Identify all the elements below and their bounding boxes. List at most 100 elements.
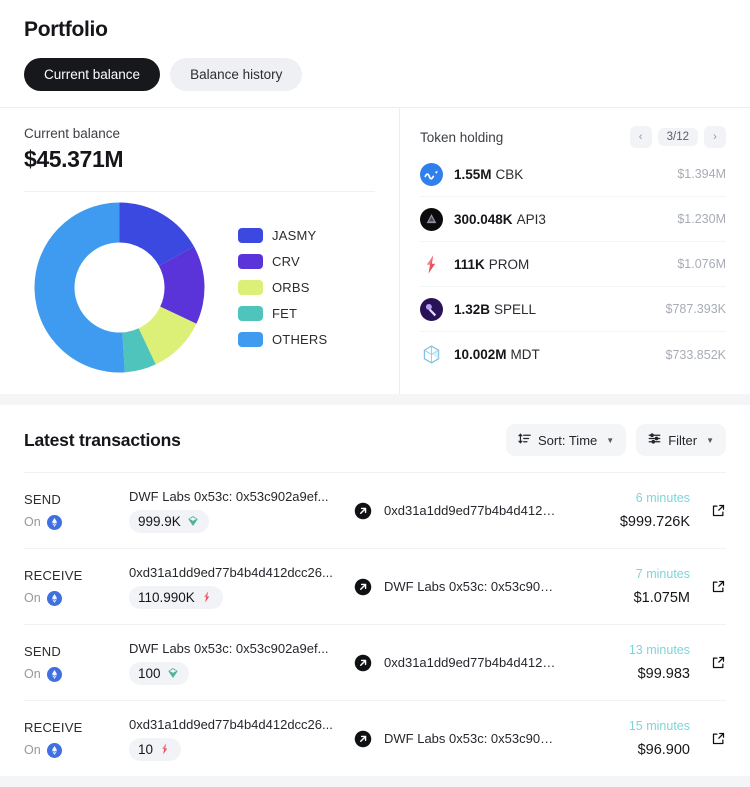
filter-button[interactable]: Filter ▼ <box>636 424 726 456</box>
transaction-controls: Sort: Time ▼ Filter ▼ <box>506 424 726 456</box>
from-address[interactable]: DWF Labs 0x53c: 0x53c902a9ef... <box>129 489 354 504</box>
on-label: On <box>24 515 41 529</box>
transactions-list: SEND On DWF Labs 0x53c: 0x53c902a9ef... 999… <box>24 472 726 776</box>
filter-label: Filter <box>668 432 698 448</box>
legend-item-orbs[interactable]: ORBS <box>238 280 327 295</box>
token-symbol: SPELL <box>494 301 537 317</box>
token-holding-row[interactable]: 1.55M CBK $1.394M <box>420 152 726 197</box>
transaction-to-cell: 0xd31a1dd9ed77b4b4d412dcc26... <box>384 655 570 670</box>
token-amount: 1.55M <box>454 166 492 182</box>
transfer-arrow-icon <box>354 578 384 596</box>
from-address[interactable]: 0xd31a1dd9ed77b4b4d412dcc26... <box>129 565 354 580</box>
token-holding-row[interactable]: 1.32B SPELL $787.393K <box>420 287 726 332</box>
current-balance-panel: Current balance $45.371M JASMY CRV ORBS FET… <box>0 108 399 394</box>
transaction-chain: On <box>24 666 129 682</box>
from-address[interactable]: 0xd31a1dd9ed77b4b4d412dcc26... <box>129 717 354 732</box>
legend-label: FET <box>272 306 298 321</box>
token-holding-row[interactable]: 111K PROM $1.076M <box>420 242 726 287</box>
to-address[interactable]: 0xd31a1dd9ed77b4b4d412dcc26... <box>384 655 560 670</box>
transaction-to-cell: DWF Labs 0x53c: 0x53c902a9ef... <box>384 731 570 746</box>
prom-icon <box>204 591 210 603</box>
chevron-left-icon[interactable]: ‹ <box>629 126 652 148</box>
external-link-icon[interactable] <box>690 579 726 594</box>
allocation-chart-row: JASMY CRV ORBS FET OTHERS <box>24 192 375 375</box>
transaction-type-cell: SEND On <box>24 492 129 530</box>
token-symbol: MDT <box>510 347 540 362</box>
sort-icon <box>518 432 531 448</box>
portfolio-page: Portfolio Current balance Balance histor… <box>0 0 750 787</box>
transaction-time: 13 minutes <box>628 643 690 657</box>
donut-slice-others[interactable] <box>34 202 125 373</box>
token-holding-panel: Token holding ‹ 3/12 › 1.55M CBK $1.394M 30… <box>399 108 750 394</box>
transaction-from-cell: DWF Labs 0x53c: 0x53c902a9ef... 999.9K <box>129 489 354 533</box>
token-holding-header: Token holding ‹ 3/12 › <box>420 126 726 148</box>
ethereum-icon <box>46 514 62 530</box>
transaction-time: 6 minutes <box>635 491 690 505</box>
transaction-type-cell: RECEIVE On <box>24 568 129 606</box>
on-label: On <box>24 667 41 681</box>
transaction-type-label: RECEIVE <box>24 567 83 583</box>
filter-icon <box>648 432 661 448</box>
prom-token-icon <box>426 254 436 274</box>
tab-current-balance[interactable]: Current balance <box>24 58 161 91</box>
on-label: On <box>24 591 41 605</box>
transaction-amount-pill: 100 <box>129 661 189 685</box>
transaction-chain: On <box>24 590 129 606</box>
transaction-row[interactable]: SEND On DWF Labs 0x53c: 0x53c902a9ef... 999… <box>24 472 726 548</box>
transaction-type-label: SEND <box>24 491 61 507</box>
transaction-row[interactable]: SEND On DWF Labs 0x53c: 0x53c902a9ef... 100… <box>24 624 726 700</box>
latest-transactions-title: Latest transactions <box>24 429 181 450</box>
token-symbol: PROM <box>488 256 530 272</box>
to-address[interactable]: DWF Labs 0x53c: 0x53c902a9ef... <box>384 579 560 594</box>
token-holding-row[interactable]: 300.048K API3 $1.230M <box>420 197 726 242</box>
legend-item-others[interactable]: OTHERS <box>238 332 327 347</box>
ethereum-icon <box>46 590 62 606</box>
current-balance-label: Current balance <box>24 126 121 141</box>
token-usd-value: $733.852K <box>665 347 726 362</box>
transaction-time: 7 minutes <box>635 567 690 581</box>
to-address[interactable]: DWF Labs 0x53c: 0x53c902a9ef... <box>384 731 560 746</box>
current-balance-value: $45.371M <box>24 146 124 172</box>
transfer-arrow-icon <box>354 502 384 520</box>
token-usd-value: $1.394M <box>677 167 726 181</box>
transaction-row[interactable]: RECEIVE On 0xd31a1dd9ed77b4b4d412dcc26... 1… <box>24 548 726 624</box>
transaction-meta-cell: 15 minutes $96.900 <box>570 719 690 758</box>
token-amount: 1.32B <box>454 301 491 317</box>
legend-label: ORBS <box>272 280 310 295</box>
chevron-right-icon[interactable]: › <box>704 126 726 148</box>
token-usd-value: $787.393K <box>665 302 726 316</box>
spell-token-icon <box>420 297 443 321</box>
transaction-type-label: RECEIVE <box>24 719 83 735</box>
external-link-icon[interactable] <box>690 731 726 746</box>
to-address[interactable]: 0xd31a1dd9ed77b4b4d412dcc26... <box>384 503 560 518</box>
legend-item-crv[interactable]: CRV <box>238 254 327 269</box>
chevron-down-icon: ▼ <box>606 435 615 445</box>
token-symbol: API3 <box>516 211 546 227</box>
token-holding-row[interactable]: 10.002M MDT $733.852K <box>420 332 726 377</box>
legend-swatch-icon <box>238 306 263 321</box>
legend-item-fet[interactable]: FET <box>238 306 327 321</box>
donut-chart-svg <box>34 202 204 373</box>
external-link-icon[interactable] <box>690 655 726 670</box>
transaction-amount-pill: 110.990K <box>129 585 223 609</box>
sort-label: Sort: Time <box>538 432 598 448</box>
ethereum-icon <box>46 666 62 682</box>
transaction-chain: On <box>24 742 129 758</box>
transaction-meta-cell: 13 minutes $99.983 <box>570 643 690 682</box>
transaction-row[interactable]: RECEIVE On 0xd31a1dd9ed77b4b4d412dcc26... 1… <box>24 700 726 776</box>
portfolio-header-card: Portfolio Current balance Balance histor… <box>0 0 750 107</box>
from-address[interactable]: DWF Labs 0x53c: 0x53c902a9ef... <box>129 641 354 656</box>
legend-swatch-icon <box>238 332 263 347</box>
transaction-usd-value: $999.726K <box>619 514 690 530</box>
transaction-to-cell: DWF Labs 0x53c: 0x53c902a9ef... <box>384 579 570 594</box>
tab-balance-history[interactable]: Balance history <box>170 58 303 91</box>
external-link-icon[interactable] <box>690 503 726 518</box>
token-amount: 300.048K <box>454 211 513 227</box>
legend-item-jasmy[interactable]: JASMY <box>238 228 327 243</box>
token-symbol: CBK <box>495 166 524 182</box>
sort-button[interactable]: Sort: Time ▼ <box>506 424 627 456</box>
chevron-down-icon: ▼ <box>706 435 714 445</box>
transaction-meta-cell: 7 minutes $1.075M <box>570 567 690 606</box>
chart-legend: JASMY CRV ORBS FET OTHERS <box>238 228 327 347</box>
on-label: On <box>24 743 41 757</box>
